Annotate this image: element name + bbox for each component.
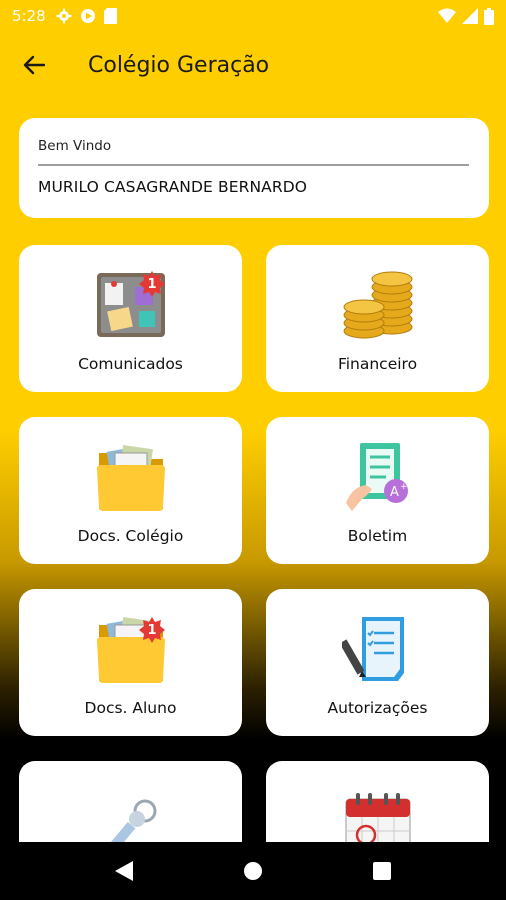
signal-icon — [462, 8, 478, 24]
tile-boletim[interactable]: A + Boletim — [266, 417, 489, 564]
svg-text:+: + — [400, 482, 408, 492]
tile-label: Autorizações — [327, 699, 428, 717]
tile-docs-colegio[interactable]: Docs. Colégio — [19, 417, 242, 564]
app-bar: Colégio Geração — [0, 32, 506, 98]
badge-count: 1 — [147, 276, 157, 292]
sd-card-icon — [103, 8, 117, 24]
folder-icon — [97, 445, 165, 511]
tile-label: Financeiro — [337, 355, 418, 373]
back-triangle-icon — [115, 861, 134, 881]
tile-label: Docs. Colégio — [77, 527, 184, 545]
tile-label: Comunicados — [78, 355, 183, 373]
welcome-divider — [38, 164, 469, 166]
notification-badge: 1 — [139, 271, 165, 297]
back-button[interactable] — [14, 45, 54, 85]
wifi-icon — [438, 8, 456, 23]
student-name: MURILO CASAGRANDE BERNARDO — [38, 178, 308, 196]
recents-square-icon — [372, 862, 391, 880]
nav-recents-button[interactable] — [358, 847, 406, 895]
welcome-card: Bem Vindo MURILO CASAGRANDE BERNARDO — [19, 118, 489, 218]
arrow-left-icon — [23, 55, 45, 75]
page-title: Colégio Geração — [88, 52, 270, 78]
svg-text:A: A — [390, 485, 399, 500]
status-bar: 5:28 — [0, 0, 506, 32]
nav-back-button[interactable] — [100, 847, 148, 895]
status-right-icons — [438, 7, 494, 25]
signature-document-icon — [342, 617, 404, 681]
status-time: 5:28 — [12, 7, 46, 25]
notification-badge: 1 — [139, 617, 165, 643]
tile-comunicados[interactable]: 1 Comunicados — [19, 245, 242, 392]
system-nav-bar — [0, 842, 506, 900]
tile-financeiro[interactable]: Financeiro — [266, 245, 489, 392]
tile-autorizacoes[interactable]: Autorizações — [266, 589, 489, 736]
tile-docs-aluno[interactable]: 1 Docs. Aluno — [19, 589, 242, 736]
badge-count: 1 — [147, 622, 157, 638]
report-card-icon: A + — [346, 443, 408, 511]
play-icon — [80, 9, 95, 23]
tile-label: Boletim — [347, 527, 408, 545]
gear-icon — [56, 8, 72, 24]
status-left-icons — [56, 8, 117, 24]
tile-label: Docs. Aluno — [84, 699, 177, 717]
nav-home-button[interactable] — [229, 847, 277, 895]
home-circle-icon — [243, 862, 262, 880]
welcome-label: Bem Vindo — [38, 138, 112, 154]
coins-icon — [343, 271, 413, 339]
battery-icon — [484, 7, 494, 25]
